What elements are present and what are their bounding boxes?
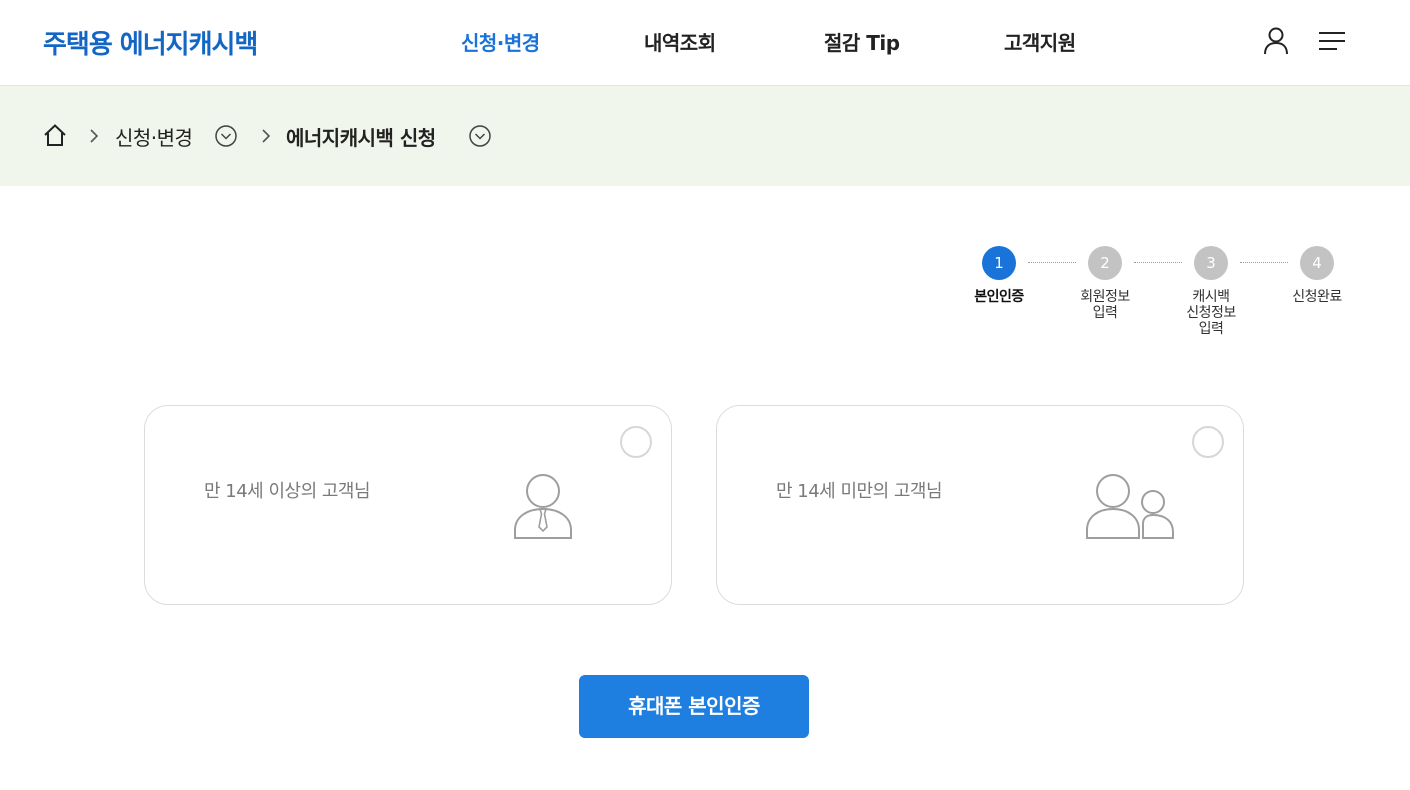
step-connector xyxy=(1028,262,1076,263)
nav-item-support[interactable]: 고객지원 xyxy=(1004,27,1076,56)
chevron-right-icon xyxy=(90,129,99,143)
adult-person-icon xyxy=(514,474,572,539)
site-logo[interactable]: 주택용 에너지캐시백 xyxy=(43,24,258,61)
step-number-2: 2 xyxy=(1088,246,1122,280)
step-label-4: 신청완료 xyxy=(1292,289,1342,305)
option-label: 만 14세 미만의 고객님 xyxy=(776,481,943,502)
step-number-4: 4 xyxy=(1300,246,1334,280)
breadcrumb: 신청·변경 에너지캐시백 신청 xyxy=(0,86,1410,186)
radio-button[interactable] xyxy=(1192,426,1224,458)
chevron-right-icon xyxy=(262,129,271,143)
user-icon[interactable] xyxy=(1263,27,1289,55)
nav-item-history[interactable]: 내역조회 xyxy=(644,27,716,56)
parent-child-icon xyxy=(1086,474,1174,539)
step-connector xyxy=(1134,262,1182,263)
nav-item-apply-change[interactable]: 신청·변경 xyxy=(461,27,540,56)
option-label: 만 14세 이상의 고객님 xyxy=(204,481,371,502)
nav-item-saving-tips[interactable]: 절감 Tip xyxy=(824,27,900,56)
breadcrumb-level1: 신청·변경 xyxy=(115,126,193,150)
chevron-down-icon[interactable] xyxy=(469,125,491,147)
hamburger-menu-icon[interactable] xyxy=(1318,30,1346,52)
step-label-1: 본인인증 xyxy=(974,289,1024,305)
option-card-14-and-over[interactable]: 만 14세 이상의 고객님 xyxy=(144,405,672,605)
breadcrumb-level2: 에너지캐시백 신청 xyxy=(286,126,436,150)
step-label-3: 캐시백 신청정보 입력 xyxy=(1186,289,1236,337)
step-connector xyxy=(1240,262,1288,263)
chevron-down-icon[interactable] xyxy=(215,125,237,147)
radio-button[interactable] xyxy=(620,426,652,458)
step-number-1: 1 xyxy=(982,246,1016,280)
step-number-3: 3 xyxy=(1194,246,1228,280)
site-header: 주택용 에너지캐시백 신청·변경 내역조회 절감 Tip 고객지원 xyxy=(0,0,1410,86)
phone-verification-button[interactable]: 휴대폰 본인인증 xyxy=(579,675,809,738)
option-card-under-14[interactable]: 만 14세 미만의 고객님 xyxy=(716,405,1244,605)
step-label-2: 회원정보 입력 xyxy=(1080,289,1130,321)
home-icon[interactable] xyxy=(43,123,67,147)
